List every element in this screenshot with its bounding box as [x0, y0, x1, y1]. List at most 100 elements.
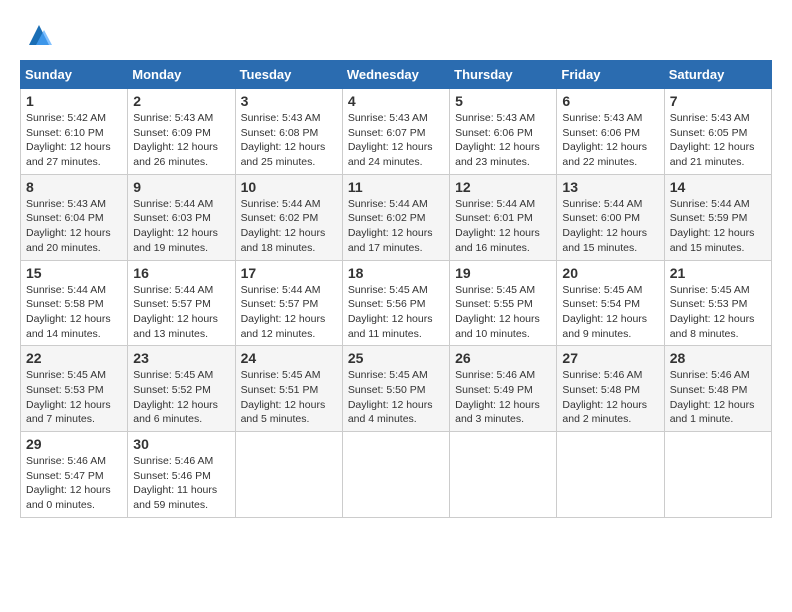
calendar-cell: 6 Sunrise: 5:43 AM Sunset: 6:06 PM Dayli… — [557, 89, 664, 175]
calendar-cell: 2 Sunrise: 5:43 AM Sunset: 6:09 PM Dayli… — [128, 89, 235, 175]
day-info: Sunrise: 5:44 AM Sunset: 6:01 PM Dayligh… — [455, 197, 551, 256]
logo-icon — [24, 20, 54, 50]
day-info: Sunrise: 5:44 AM Sunset: 6:02 PM Dayligh… — [241, 197, 337, 256]
calendar-cell — [450, 432, 557, 518]
day-info: Sunrise: 5:44 AM Sunset: 5:57 PM Dayligh… — [133, 283, 229, 342]
calendar-cell: 18 Sunrise: 5:45 AM Sunset: 5:56 PM Dayl… — [342, 260, 449, 346]
calendar-header-row: SundayMondayTuesdayWednesdayThursdayFrid… — [21, 61, 772, 89]
day-number: 2 — [133, 93, 229, 109]
calendar-cell: 4 Sunrise: 5:43 AM Sunset: 6:07 PM Dayli… — [342, 89, 449, 175]
calendar-week-row: 8 Sunrise: 5:43 AM Sunset: 6:04 PM Dayli… — [21, 174, 772, 260]
calendar-cell: 21 Sunrise: 5:45 AM Sunset: 5:53 PM Dayl… — [664, 260, 771, 346]
day-info: Sunrise: 5:46 AM Sunset: 5:48 PM Dayligh… — [670, 368, 766, 427]
day-number: 4 — [348, 93, 444, 109]
calendar-cell: 19 Sunrise: 5:45 AM Sunset: 5:55 PM Dayl… — [450, 260, 557, 346]
day-info: Sunrise: 5:45 AM Sunset: 5:55 PM Dayligh… — [455, 283, 551, 342]
calendar-week-row: 1 Sunrise: 5:42 AM Sunset: 6:10 PM Dayli… — [21, 89, 772, 175]
day-info: Sunrise: 5:46 AM Sunset: 5:48 PM Dayligh… — [562, 368, 658, 427]
day-info: Sunrise: 5:43 AM Sunset: 6:08 PM Dayligh… — [241, 111, 337, 170]
day-info: Sunrise: 5:46 AM Sunset: 5:46 PM Dayligh… — [133, 454, 229, 513]
calendar-cell: 5 Sunrise: 5:43 AM Sunset: 6:06 PM Dayli… — [450, 89, 557, 175]
day-info: Sunrise: 5:44 AM Sunset: 6:00 PM Dayligh… — [562, 197, 658, 256]
day-info: Sunrise: 5:43 AM Sunset: 6:06 PM Dayligh… — [562, 111, 658, 170]
day-info: Sunrise: 5:45 AM Sunset: 5:52 PM Dayligh… — [133, 368, 229, 427]
calendar-cell: 14 Sunrise: 5:44 AM Sunset: 5:59 PM Dayl… — [664, 174, 771, 260]
calendar-cell — [342, 432, 449, 518]
day-number: 6 — [562, 93, 658, 109]
calendar-cell — [664, 432, 771, 518]
day-info: Sunrise: 5:45 AM Sunset: 5:51 PM Dayligh… — [241, 368, 337, 427]
day-number: 13 — [562, 179, 658, 195]
day-number: 17 — [241, 265, 337, 281]
day-info: Sunrise: 5:43 AM Sunset: 6:09 PM Dayligh… — [133, 111, 229, 170]
calendar-cell: 8 Sunrise: 5:43 AM Sunset: 6:04 PM Dayli… — [21, 174, 128, 260]
day-info: Sunrise: 5:45 AM Sunset: 5:53 PM Dayligh… — [670, 283, 766, 342]
day-number: 21 — [670, 265, 766, 281]
day-info: Sunrise: 5:43 AM Sunset: 6:06 PM Dayligh… — [455, 111, 551, 170]
day-info: Sunrise: 5:44 AM Sunset: 5:57 PM Dayligh… — [241, 283, 337, 342]
calendar-cell: 3 Sunrise: 5:43 AM Sunset: 6:08 PM Dayli… — [235, 89, 342, 175]
day-info: Sunrise: 5:46 AM Sunset: 5:49 PM Dayligh… — [455, 368, 551, 427]
calendar-cell: 1 Sunrise: 5:42 AM Sunset: 6:10 PM Dayli… — [21, 89, 128, 175]
calendar-cell: 17 Sunrise: 5:44 AM Sunset: 5:57 PM Dayl… — [235, 260, 342, 346]
day-number: 19 — [455, 265, 551, 281]
day-number: 20 — [562, 265, 658, 281]
calendar-cell: 22 Sunrise: 5:45 AM Sunset: 5:53 PM Dayl… — [21, 346, 128, 432]
day-info: Sunrise: 5:45 AM Sunset: 5:54 PM Dayligh… — [562, 283, 658, 342]
day-info: Sunrise: 5:44 AM Sunset: 6:02 PM Dayligh… — [348, 197, 444, 256]
calendar-cell: 11 Sunrise: 5:44 AM Sunset: 6:02 PM Dayl… — [342, 174, 449, 260]
calendar-cell: 9 Sunrise: 5:44 AM Sunset: 6:03 PM Dayli… — [128, 174, 235, 260]
calendar-header-tuesday: Tuesday — [235, 61, 342, 89]
day-number: 9 — [133, 179, 229, 195]
day-number: 10 — [241, 179, 337, 195]
calendar-cell: 24 Sunrise: 5:45 AM Sunset: 5:51 PM Dayl… — [235, 346, 342, 432]
calendar-cell: 7 Sunrise: 5:43 AM Sunset: 6:05 PM Dayli… — [664, 89, 771, 175]
day-number: 29 — [26, 436, 122, 452]
calendar-header-thursday: Thursday — [450, 61, 557, 89]
calendar-week-row: 15 Sunrise: 5:44 AM Sunset: 5:58 PM Dayl… — [21, 260, 772, 346]
day-number: 30 — [133, 436, 229, 452]
day-info: Sunrise: 5:46 AM Sunset: 5:47 PM Dayligh… — [26, 454, 122, 513]
day-number: 12 — [455, 179, 551, 195]
day-number: 16 — [133, 265, 229, 281]
calendar-cell: 20 Sunrise: 5:45 AM Sunset: 5:54 PM Dayl… — [557, 260, 664, 346]
day-info: Sunrise: 5:43 AM Sunset: 6:07 PM Dayligh… — [348, 111, 444, 170]
day-number: 11 — [348, 179, 444, 195]
calendar-cell: 10 Sunrise: 5:44 AM Sunset: 6:02 PM Dayl… — [235, 174, 342, 260]
day-info: Sunrise: 5:44 AM Sunset: 6:03 PM Dayligh… — [133, 197, 229, 256]
calendar-cell: 30 Sunrise: 5:46 AM Sunset: 5:46 PM Dayl… — [128, 432, 235, 518]
calendar-header-monday: Monday — [128, 61, 235, 89]
day-number: 23 — [133, 350, 229, 366]
day-info: Sunrise: 5:45 AM Sunset: 5:56 PM Dayligh… — [348, 283, 444, 342]
calendar-cell: 12 Sunrise: 5:44 AM Sunset: 6:01 PM Dayl… — [450, 174, 557, 260]
calendar-cell: 23 Sunrise: 5:45 AM Sunset: 5:52 PM Dayl… — [128, 346, 235, 432]
day-number: 3 — [241, 93, 337, 109]
day-info: Sunrise: 5:43 AM Sunset: 6:04 PM Dayligh… — [26, 197, 122, 256]
day-number: 8 — [26, 179, 122, 195]
calendar-cell — [235, 432, 342, 518]
calendar-cell — [557, 432, 664, 518]
calendar-table: SundayMondayTuesdayWednesdayThursdayFrid… — [20, 60, 772, 518]
day-info: Sunrise: 5:44 AM Sunset: 5:58 PM Dayligh… — [26, 283, 122, 342]
calendar-cell: 27 Sunrise: 5:46 AM Sunset: 5:48 PM Dayl… — [557, 346, 664, 432]
day-number: 22 — [26, 350, 122, 366]
logo — [20, 20, 54, 50]
calendar-header-friday: Friday — [557, 61, 664, 89]
day-number: 14 — [670, 179, 766, 195]
calendar-week-row: 22 Sunrise: 5:45 AM Sunset: 5:53 PM Dayl… — [21, 346, 772, 432]
day-number: 28 — [670, 350, 766, 366]
day-number: 1 — [26, 93, 122, 109]
day-info: Sunrise: 5:42 AM Sunset: 6:10 PM Dayligh… — [26, 111, 122, 170]
day-number: 5 — [455, 93, 551, 109]
calendar-cell: 25 Sunrise: 5:45 AM Sunset: 5:50 PM Dayl… — [342, 346, 449, 432]
calendar-cell: 15 Sunrise: 5:44 AM Sunset: 5:58 PM Dayl… — [21, 260, 128, 346]
day-number: 18 — [348, 265, 444, 281]
calendar-cell: 16 Sunrise: 5:44 AM Sunset: 5:57 PM Dayl… — [128, 260, 235, 346]
day-info: Sunrise: 5:45 AM Sunset: 5:53 PM Dayligh… — [26, 368, 122, 427]
calendar-header-saturday: Saturday — [664, 61, 771, 89]
calendar-cell: 13 Sunrise: 5:44 AM Sunset: 6:00 PM Dayl… — [557, 174, 664, 260]
day-number: 26 — [455, 350, 551, 366]
calendar-week-row: 29 Sunrise: 5:46 AM Sunset: 5:47 PM Dayl… — [21, 432, 772, 518]
day-info: Sunrise: 5:43 AM Sunset: 6:05 PM Dayligh… — [670, 111, 766, 170]
day-number: 24 — [241, 350, 337, 366]
